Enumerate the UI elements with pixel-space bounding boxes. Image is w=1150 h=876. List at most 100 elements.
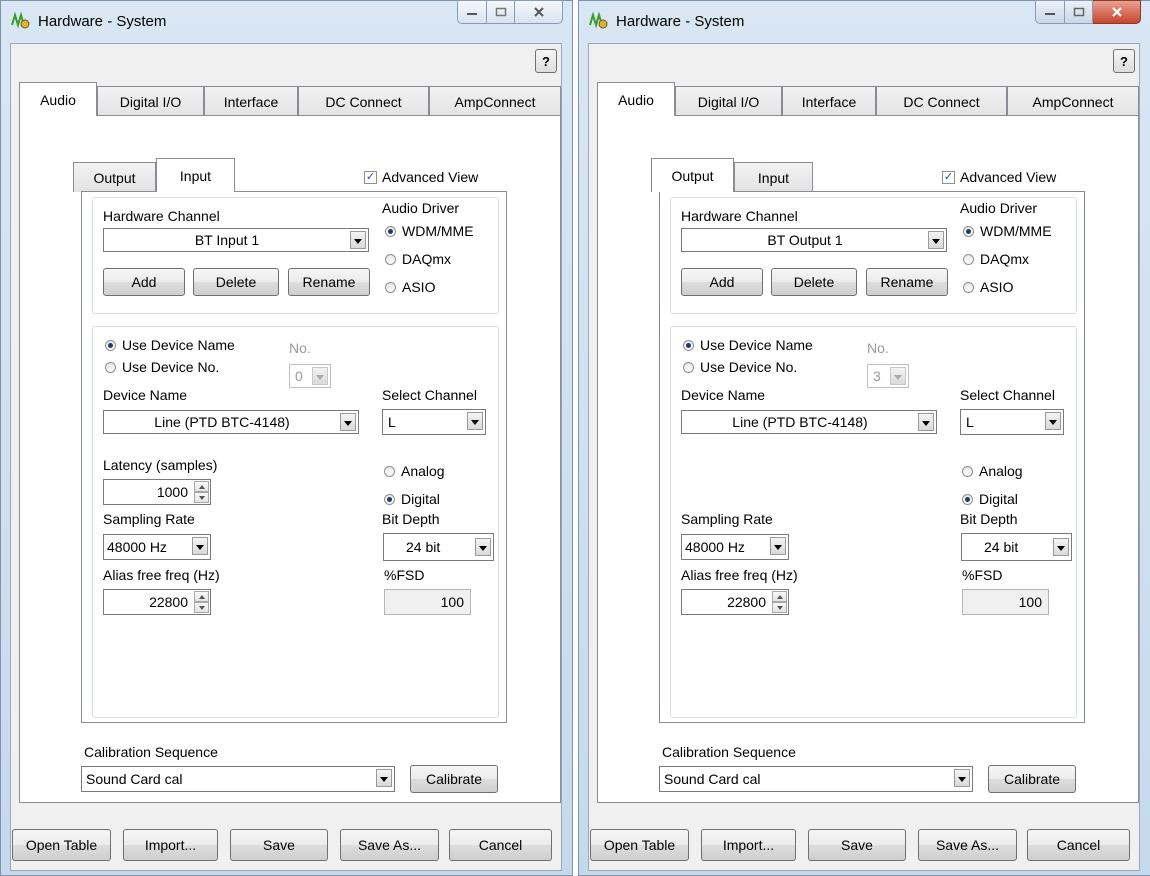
delete-button[interactable]: Delete	[193, 268, 279, 296]
cancel-button[interactable]: Cancel	[449, 829, 552, 861]
latency-value: 1000	[156, 484, 188, 500]
help-button[interactable]: ?	[1113, 49, 1135, 73]
open-table-button[interactable]: Open Table	[590, 829, 689, 861]
arrow-up-icon[interactable]	[194, 591, 209, 602]
chevron-down-icon[interactable]	[350, 231, 366, 249]
radio-use-device-no[interactable]: Use Device No.	[683, 359, 797, 375]
cancel-button[interactable]: Cancel	[1027, 829, 1130, 861]
chevron-down-icon[interactable]	[376, 769, 392, 787]
bit-depth-select[interactable]: 24 bit	[383, 533, 494, 561]
open-table-button[interactable]: Open Table	[12, 829, 111, 861]
device-name-select[interactable]: Line (PTD BTC-4148)	[681, 410, 937, 434]
chevron-down-icon[interactable]	[340, 413, 356, 431]
radio-use-device-no[interactable]: Use Device No.	[105, 359, 219, 375]
hardware-channel-select[interactable]: BT Output 1	[681, 228, 947, 252]
sampling-rate-select[interactable]: 48000 Hz	[103, 534, 211, 560]
radio-asio[interactable]: ASIO	[385, 279, 435, 295]
radio-wdm-mme[interactable]: WDM/MME	[963, 223, 1052, 239]
arrow-up-icon[interactable]	[194, 481, 209, 492]
save-as-button[interactable]: Save As...	[918, 829, 1017, 861]
latency-spinner[interactable]: 1000	[103, 479, 211, 505]
hardware-channel-value: BT Output 1	[767, 232, 843, 248]
radio-daqmx[interactable]: DAQmx	[385, 251, 451, 267]
title-bar[interactable]: Hardware - System	[578, 0, 1150, 42]
sampling-rate-select[interactable]: 48000 Hz	[681, 534, 789, 560]
tab-audio[interactable]: Audio	[597, 82, 675, 116]
alias-free-label: Alias free freq (Hz)	[681, 567, 798, 583]
alias-free-spinner[interactable]: 22800	[681, 589, 789, 615]
add-button[interactable]: Add	[103, 268, 185, 296]
chevron-down-icon[interactable]	[467, 412, 483, 430]
import-button[interactable]: Import...	[701, 829, 796, 861]
tab-input[interactable]: Input	[734, 162, 813, 192]
rename-button[interactable]: Rename	[866, 268, 948, 296]
bit-depth-select[interactable]: 24 bit	[961, 533, 1072, 561]
arrow-down-icon[interactable]	[772, 602, 787, 613]
tab-dc-connect[interactable]: DC Connect	[876, 86, 1007, 116]
maximize-button[interactable]	[1065, 0, 1093, 24]
add-button[interactable]: Add	[681, 268, 763, 296]
tab-interface[interactable]: Interface	[204, 86, 298, 116]
close-button[interactable]	[515, 0, 563, 24]
calibration-sequence-select[interactable]: Sound Card cal	[81, 766, 395, 792]
radio-digital[interactable]: Digital	[384, 491, 440, 507]
minimize-button[interactable]	[457, 0, 487, 24]
chevron-down-icon[interactable]	[928, 231, 944, 249]
tab-ampconnect[interactable]: AmpConnect	[1007, 86, 1139, 116]
save-button[interactable]: Save	[808, 829, 906, 861]
fsd-value: 100	[1018, 594, 1042, 610]
tab-digital-io[interactable]: Digital I/O	[97, 86, 204, 116]
radio-wdm-mme-label: WDM/MME	[980, 223, 1052, 239]
delete-button[interactable]: Delete	[771, 268, 857, 296]
tab-input[interactable]: Input	[156, 158, 235, 192]
arrow-down-icon[interactable]	[194, 492, 209, 503]
chevron-down-icon[interactable]	[475, 538, 491, 556]
select-channel-select[interactable]: L	[960, 409, 1064, 435]
chevron-down-icon[interactable]	[918, 413, 934, 431]
radio-use-device-name[interactable]: Use Device Name	[683, 337, 813, 353]
calibrate-button[interactable]: Calibrate	[410, 765, 498, 793]
window-controls	[457, 0, 563, 24]
advanced-view-checkbox[interactable]: ✓ Advanced View	[942, 169, 1056, 185]
radio-daqmx[interactable]: DAQmx	[963, 251, 1029, 267]
tab-digital-io[interactable]: Digital I/O	[675, 86, 782, 116]
device-name-select[interactable]: Line (PTD BTC-4148)	[103, 410, 359, 434]
radio-wdm-mme[interactable]: WDM/MME	[385, 223, 474, 239]
tab-ampconnect[interactable]: AmpConnect	[429, 86, 561, 116]
save-button[interactable]: Save	[230, 829, 328, 861]
tab-dc-connect[interactable]: DC Connect	[298, 86, 429, 116]
chevron-down-icon[interactable]	[192, 537, 208, 555]
radio-asio[interactable]: ASIO	[963, 279, 1013, 295]
close-button[interactable]	[1093, 0, 1141, 24]
arrow-down-icon[interactable]	[194, 602, 209, 613]
title-bar[interactable]: Hardware - System	[0, 0, 575, 42]
hardware-channel-label: Hardware Channel	[103, 208, 220, 224]
calibrate-button[interactable]: Calibrate	[988, 765, 1076, 793]
help-button[interactable]: ?	[535, 49, 557, 73]
rename-button[interactable]: Rename	[288, 268, 370, 296]
sampling-rate-value: 48000 Hz	[107, 539, 167, 555]
tab-output[interactable]: Output	[73, 162, 156, 192]
import-button[interactable]: Import...	[123, 829, 218, 861]
alias-free-spinner[interactable]: 22800	[103, 589, 211, 615]
chevron-down-icon[interactable]	[770, 537, 786, 555]
select-channel-select[interactable]: L	[382, 409, 486, 435]
radio-analog[interactable]: Analog	[962, 463, 1023, 479]
maximize-button[interactable]	[487, 0, 515, 24]
chevron-down-icon[interactable]	[954, 769, 970, 787]
chevron-down-icon[interactable]	[1045, 412, 1061, 430]
tab-interface[interactable]: Interface	[782, 86, 876, 116]
radio-use-device-name[interactable]: Use Device Name	[105, 337, 235, 353]
chevron-down-icon[interactable]	[1053, 538, 1069, 556]
tab-audio[interactable]: Audio	[19, 82, 97, 116]
hardware-channel-select[interactable]: BT Input 1	[103, 228, 369, 252]
calibration-sequence-select[interactable]: Sound Card cal	[659, 766, 973, 792]
tab-output[interactable]: Output	[651, 158, 734, 192]
advanced-view-checkbox[interactable]: ✓ Advanced View	[364, 169, 478, 185]
arrow-up-icon[interactable]	[772, 591, 787, 602]
minimize-icon	[1045, 13, 1055, 15]
minimize-button[interactable]	[1035, 0, 1065, 24]
radio-digital[interactable]: Digital	[962, 491, 1018, 507]
radio-analog[interactable]: Analog	[384, 463, 445, 479]
save-as-button[interactable]: Save As...	[340, 829, 439, 861]
